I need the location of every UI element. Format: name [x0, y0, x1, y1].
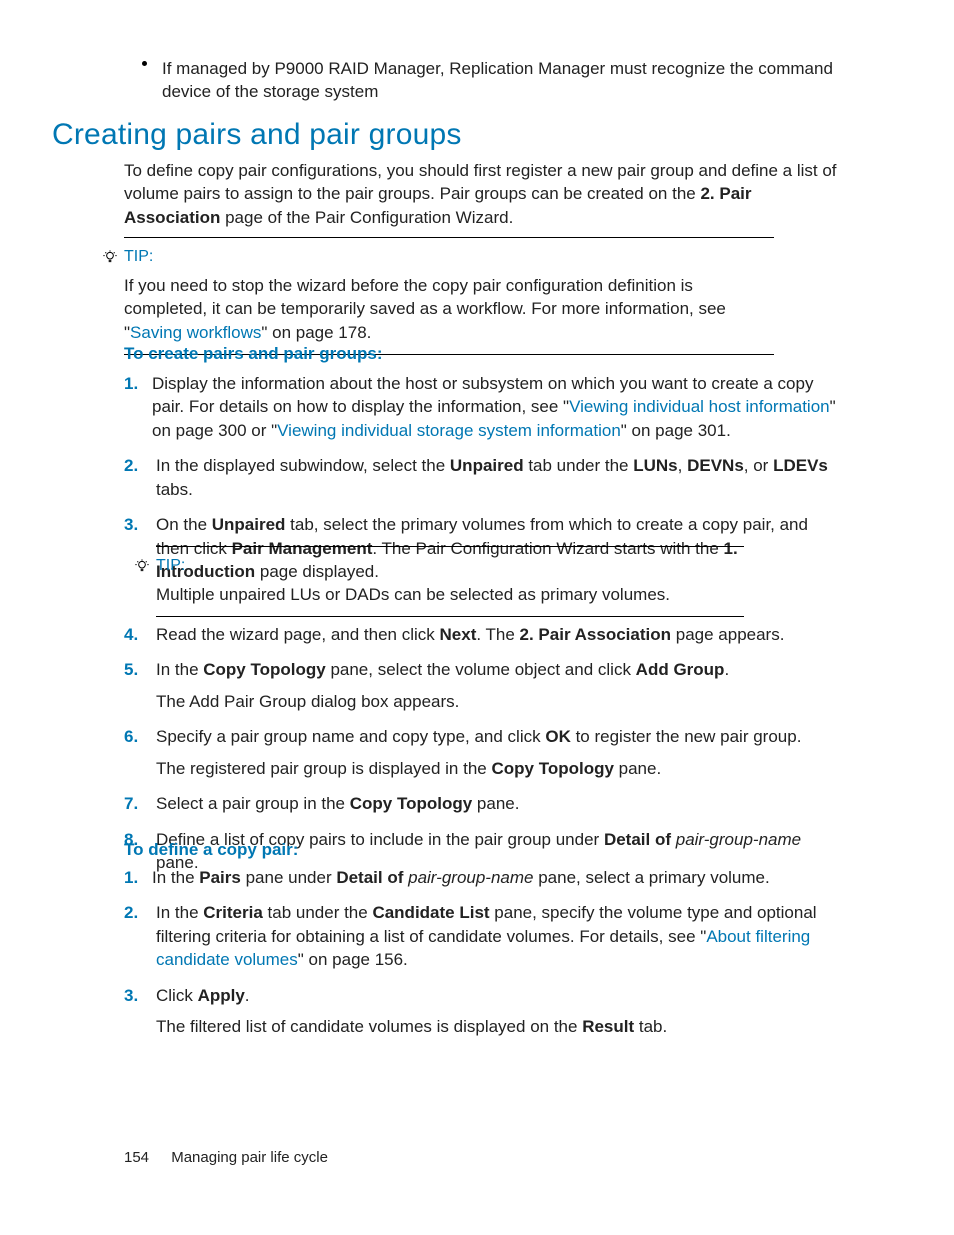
- step-number: 5.: [124, 658, 156, 681]
- list-item: 2. In the displayed subwindow, select th…: [124, 454, 839, 501]
- page-footer: 154 Managing pair life cycle: [124, 1149, 328, 1166]
- chapter-title: Managing pair life cycle: [171, 1149, 328, 1166]
- intro-t2: page of the Pair Configuration Wizard.: [220, 208, 513, 227]
- list-item: 3. Click Apply. The filtered list of can…: [124, 984, 839, 1039]
- tip1-t2: " on page 178.: [261, 323, 371, 342]
- bullet-dot-icon: [142, 61, 147, 66]
- intro-paragraph: To define copy pair configurations, you …: [124, 159, 839, 229]
- list-item: 5. In the Copy Topology pane, select the…: [124, 658, 839, 713]
- link-saving-workflows[interactable]: Saving workflows: [130, 323, 261, 342]
- list-item: 2. In the Criteria tab under the Candida…: [124, 901, 839, 971]
- step-number: 2.: [124, 454, 156, 477]
- lightbulb-icon: [102, 249, 118, 265]
- step-sub: The registered pair group is displayed i…: [156, 757, 839, 780]
- divider: [156, 546, 744, 547]
- tip-label: TIP:: [124, 248, 774, 266]
- step-number: 1.: [124, 372, 152, 395]
- list-item: 6. Specify a pair group name and copy ty…: [124, 725, 839, 780]
- step-number: 3.: [124, 513, 156, 536]
- step-body: Display the information about the host o…: [152, 372, 839, 442]
- prerequisite-bullet: If managed by P9000 RAID Manager, Replic…: [142, 58, 839, 104]
- step-body: Select a pair group in the Copy Topology…: [156, 792, 839, 815]
- section-heading: Creating pairs and pair groups: [52, 118, 462, 152]
- divider: [156, 616, 744, 617]
- list-item: 4. Read the wizard page, and then click …: [124, 623, 839, 646]
- step-body: Click Apply. The filtered list of candid…: [156, 984, 839, 1039]
- tip-body: If you need to stop the wizard before th…: [124, 274, 774, 344]
- step-number: 2.: [124, 901, 156, 924]
- step-sub: The filtered list of candidate volumes i…: [156, 1015, 839, 1038]
- step-number: 3.: [124, 984, 156, 1007]
- tip-block-2: TIP: Multiple unpaired LUs or DADs can b…: [156, 546, 744, 617]
- lightbulb-icon: [134, 558, 150, 574]
- step-body: Read the wizard page, and then click Nex…: [156, 623, 839, 646]
- step-body: Specify a pair group name and copy type,…: [156, 725, 839, 780]
- procedure-heading-1: To create pairs and pair groups:: [124, 344, 383, 364]
- tip-body: Multiple unpaired LUs or DADs can be sel…: [156, 583, 744, 606]
- step-number: 7.: [124, 792, 156, 815]
- step-body: In the Criteria tab under the Candidate …: [156, 901, 839, 971]
- list-item: 1. In the Pairs pane under Detail of pai…: [124, 866, 839, 889]
- procedure-heading-2: To define a copy pair:: [124, 840, 298, 860]
- step-number: 6.: [124, 725, 156, 748]
- tip-label: TIP:: [156, 557, 744, 575]
- tip-block-1: TIP: If you need to stop the wizard befo…: [124, 237, 774, 355]
- list-item: 7. Select a pair group in the Copy Topol…: [124, 792, 839, 815]
- link-viewing-storage-info[interactable]: Viewing individual storage system inform…: [277, 421, 621, 440]
- procedure-list-2: 1. In the Pairs pane under Detail of pai…: [124, 866, 839, 1051]
- divider: [124, 237, 774, 238]
- list-item: 1. Display the information about the hos…: [124, 372, 839, 442]
- link-viewing-host-info[interactable]: Viewing individual host information: [569, 397, 830, 416]
- step-body: In the Pairs pane under Detail of pair-g…: [152, 866, 839, 889]
- step-number: 4.: [124, 623, 156, 646]
- step-number: 1.: [124, 866, 152, 889]
- page-number: 154: [124, 1149, 149, 1166]
- step-sub: The Add Pair Group dialog box appears.: [156, 690, 839, 713]
- step-body: In the Copy Topology pane, select the vo…: [156, 658, 839, 713]
- bullet-text: If managed by P9000 RAID Manager, Replic…: [162, 58, 839, 104]
- step-body: In the displayed subwindow, select the U…: [156, 454, 839, 501]
